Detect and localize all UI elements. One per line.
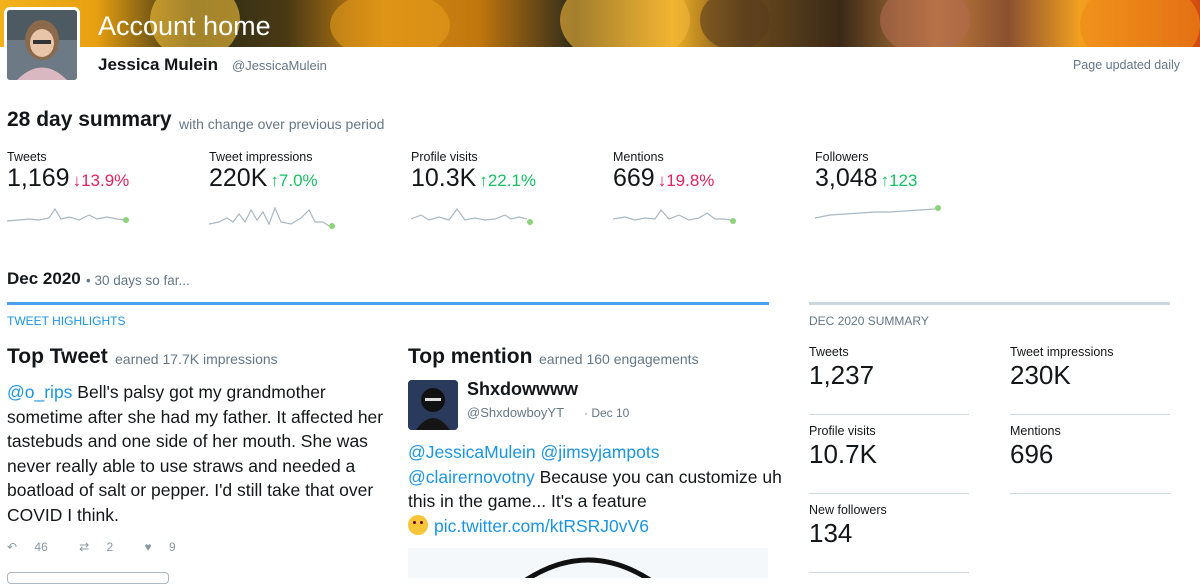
view-tweet-activity-button[interactable] [7,572,169,584]
top-mention-text[interactable]: @JessicaMulein @jimsyjampots @clairernov… [408,440,788,538]
metric-change: ↓13.9% [73,171,130,190]
mention-media-image[interactable] [408,548,768,578]
highlights-divider [7,302,769,305]
page-updated-note: Page updated daily [1072,58,1180,72]
sparkline-tweets [7,207,129,223]
arrow-down-icon: ↓ [657,171,667,190]
mention-avatar[interactable] [408,380,458,430]
emoji-thinking-icon [408,514,428,535]
summary-title: 28 day summary [7,108,172,131]
summary-divider [809,302,1170,305]
metric-tweets: Tweets 1,169 ↓13.9% [7,150,207,223]
metric-value: 10.3K [411,164,477,192]
top-tweet-subtitle: earned 17.7K impressions [115,351,278,367]
dec-summary-impressions: Tweet impressions 230K [1010,345,1170,415]
arrow-up-icon: ↑ [270,171,279,190]
media-link[interactable]: pic.twitter.com/ktRSRJ0vV6 [434,516,649,536]
summary-label: Tweets [809,345,849,359]
metric-change-value: 19.8% [666,171,715,190]
page-title: Account home [98,11,271,41]
retweet-action[interactable]: ⇄ 2 [79,540,127,554]
profile-avatar[interactable] [4,7,80,83]
metric-change: ↑22.1% [479,171,536,190]
mention-link[interactable]: @JessicaMulein [408,442,536,462]
top-tweet-title: Top Tweet [7,345,108,368]
reply-action[interactable]: ↶ 46 [7,540,62,554]
top-tweet-text[interactable]: @o_rips Bell's palsy got my grandmother … [7,380,387,527]
summary-label: New followers [809,503,887,517]
sparkline-followers [815,205,941,219]
metric-label: Mentions [613,150,664,164]
reply-count: 46 [34,540,48,554]
summary-value: 230K [1010,360,1071,390]
metric-change-value: 22.1% [487,171,537,190]
mention-date: · Dec 10 [584,406,630,420]
mention-link[interactable]: @jimsyjampots [541,442,660,462]
metric-profile-visits: Profile visits 10.3K ↑22.1% [411,150,611,225]
arrow-up-icon: ↑ [880,171,890,190]
metric-change-value: 13.9% [81,171,130,190]
summary-subtitle: with change over previous period [179,116,385,132]
mention-author-handle[interactable]: @ShxdowboyYT [467,405,564,420]
metric-value: 669 [613,164,655,192]
metric-change-value: 7.0% [278,171,318,190]
metric-followers: Followers 3,048 ↑123 [815,150,1015,219]
summary-label: Tweet impressions [1010,345,1114,359]
user-name[interactable]: Jessica Mulein [98,55,218,75]
reply-icon: ↶ [7,540,18,554]
tweet-mention-link[interactable]: @o_rips [7,382,72,402]
month-subtitle: • 30 days so far... [86,273,190,288]
sparkline-mentions [613,209,736,224]
tweet-body: Bell's palsy got my grandmother sometime… [7,382,384,525]
metric-value: 220K [209,164,268,192]
arrow-up-icon: ↑ [479,171,488,190]
top-mention-title: Top mention [408,345,533,368]
dec-summary-new-followers: New followers 134 [809,503,969,573]
metric-label: Followers [815,150,869,164]
metric-change: ↑123 [881,171,918,190]
summary-value: 696 [1010,439,1054,469]
dec-summary-heading: DEC 2020 SUMMARY [809,314,929,328]
dec-summary-tweets: Tweets 1,237 [809,345,969,415]
metric-change: ↓19.8% [658,171,715,190]
metric-label: Tweet impressions [209,150,313,164]
dec-summary-profile-visits: Profile visits 10.7K [809,424,969,494]
heart-icon: ♥ [144,540,152,554]
summary-value: 134 [809,518,853,548]
top-mention-subtitle: earned 160 engagements [539,351,699,367]
user-handle[interactable]: @JessicaMulein [232,58,327,73]
sparkline-profile-visits [411,207,533,225]
tweet-actions: ↶ 46 ⇄ 2 ♥ 9 [7,540,204,554]
month-title: Dec 2020 [7,269,81,288]
retweet-count: 2 [106,540,114,554]
tweet-highlights-heading: TWEET HIGHLIGHTS [7,314,126,328]
retweet-icon: ⇄ [79,540,90,554]
dec-summary-mentions: Mentions 696 [1010,424,1170,494]
mention-author-name[interactable]: Shxdowwww [467,379,578,400]
mention-link[interactable]: @clairernovotny [408,467,535,487]
metric-tweet-impressions: Tweet impressions 220K ↑7.0% [209,150,409,229]
metric-mentions: Mentions 669 ↓19.8% [613,150,813,224]
like-action[interactable]: ♥ 9 [145,540,190,554]
sparkline-impressions [209,206,335,229]
metric-label: Profile visits [411,150,478,164]
summary-label: Profile visits [809,424,876,438]
summary-value: 1,237 [809,360,875,390]
metric-label: Tweets [7,150,47,164]
summary-value: 10.7K [809,439,877,469]
metric-value: 3,048 [815,164,878,192]
metric-change: ↑7.0% [270,171,317,190]
like-count: 9 [169,540,176,554]
summary-label: Mentions [1010,424,1061,438]
arrow-down-icon: ↓ [72,171,82,190]
metric-value: 1,169 [7,164,70,192]
metric-change-value: 123 [889,171,918,190]
